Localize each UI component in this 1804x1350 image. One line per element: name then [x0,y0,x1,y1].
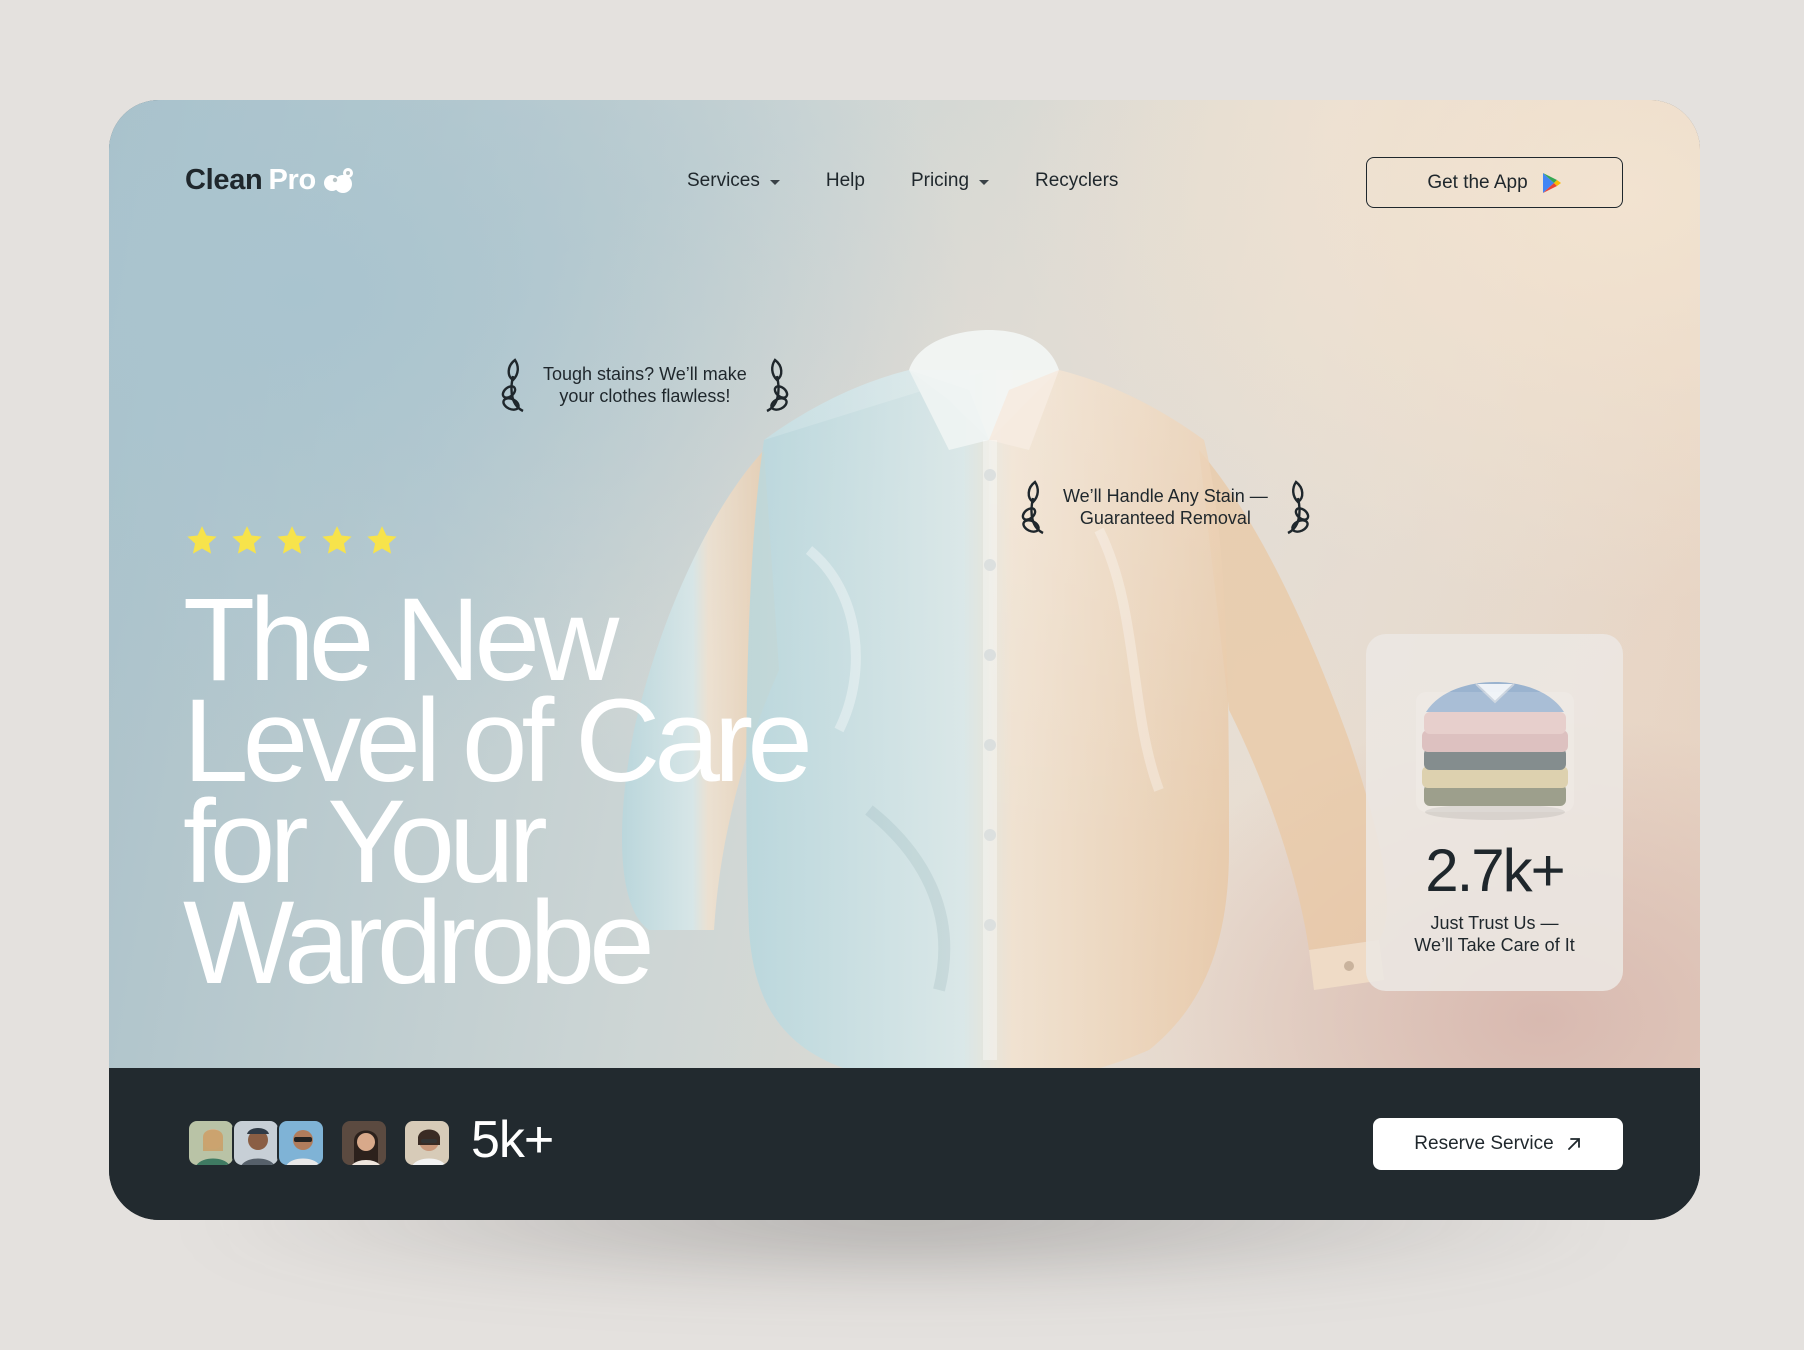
google-play-icon [1542,172,1561,193]
main-nav: Services Help Pricing Recyclers [687,170,1118,192]
avatar [187,1119,235,1167]
badge-text: We’ll Handle Any Stain — Guaranteed Remo… [1063,485,1268,529]
folded-clothes-image [1416,682,1574,820]
star-icon [322,526,352,554]
award-badge-stains: Tough stains? We’ll make your clothes fl… [499,356,791,414]
stats-card: 2.7k+ Just Trust Us — We’ll Take Care of… [1366,634,1623,991]
caret-down-icon [769,179,780,185]
get-app-label: Get the App [1427,171,1528,193]
laurel-left-icon [1021,480,1044,535]
get-the-app-button[interactable]: Get the App [1366,157,1623,208]
laurel-right-icon [1287,480,1310,535]
nav-label: Services [687,170,760,191]
avatar [403,1119,451,1167]
avatar [277,1119,325,1167]
nav-label: Recyclers [1035,170,1119,191]
laurel-left-icon [501,358,524,413]
brand-name-pro: Pro [268,164,316,196]
arrow-up-right-icon [1567,1138,1580,1150]
star-icon [187,526,217,554]
brand-name-clean: Clean [185,164,263,196]
stat-number: 2.7k+ [1425,837,1565,904]
bubbles-icon [323,167,353,193]
stat-caption-line: We’ll Take Care of It [1414,935,1575,955]
nav-label: Help [825,170,865,191]
hero-section: Clean Pro Services Help Pricing Recycler… [109,100,1700,1088]
badge-text: Tough stains? We’ll make your clothes fl… [543,363,747,407]
nav-item-recyclers[interactable]: Recyclers [1035,170,1118,192]
brand-logo[interactable]: Clean Pro [185,164,356,197]
star-icon [232,526,262,554]
badge-line: your clothes flawless! [559,386,731,406]
nav-item-help[interactable]: Help [826,170,865,192]
badge-line: We’ll Handle Any Stain — [1063,486,1268,506]
hero-headline: The New Level of Care for Your Wardrobe [183,581,1003,1009]
nav-label: Pricing [910,170,970,191]
avatar [232,1119,280,1167]
customer-avatars [187,1119,451,1167]
badge-line: Guaranteed Removal [1079,508,1251,528]
nav-item-pricing[interactable]: Pricing [910,170,990,192]
caret-down-icon [979,179,990,185]
stat-caption: Just Trust Us — We’ll Take Care of It [1366,912,1623,956]
bottom-bar: 5k+ Reserve Service [109,1068,1700,1220]
star-icon [367,526,397,554]
award-badge-guarantee: We’ll Handle Any Stain — Guaranteed Remo… [1019,478,1312,536]
avatar [340,1119,388,1167]
landing-card: Clean Pro Services Help Pricing Recycler… [109,100,1700,1220]
badge-line: Tough stains? We’ll make [543,364,747,384]
reserve-service-button[interactable]: Reserve Service [1373,1118,1623,1170]
headline-line: Wardrobe [183,877,655,1009]
rating-stars [185,524,399,558]
star-icon [277,526,307,554]
laurel-right-icon [766,358,789,413]
reserve-label: Reserve Service [1414,1133,1554,1154]
customers-count: 5k+ [471,1111,554,1169]
nav-item-services[interactable]: Services [687,170,780,192]
stat-caption-line: Just Trust Us — [1430,913,1559,933]
